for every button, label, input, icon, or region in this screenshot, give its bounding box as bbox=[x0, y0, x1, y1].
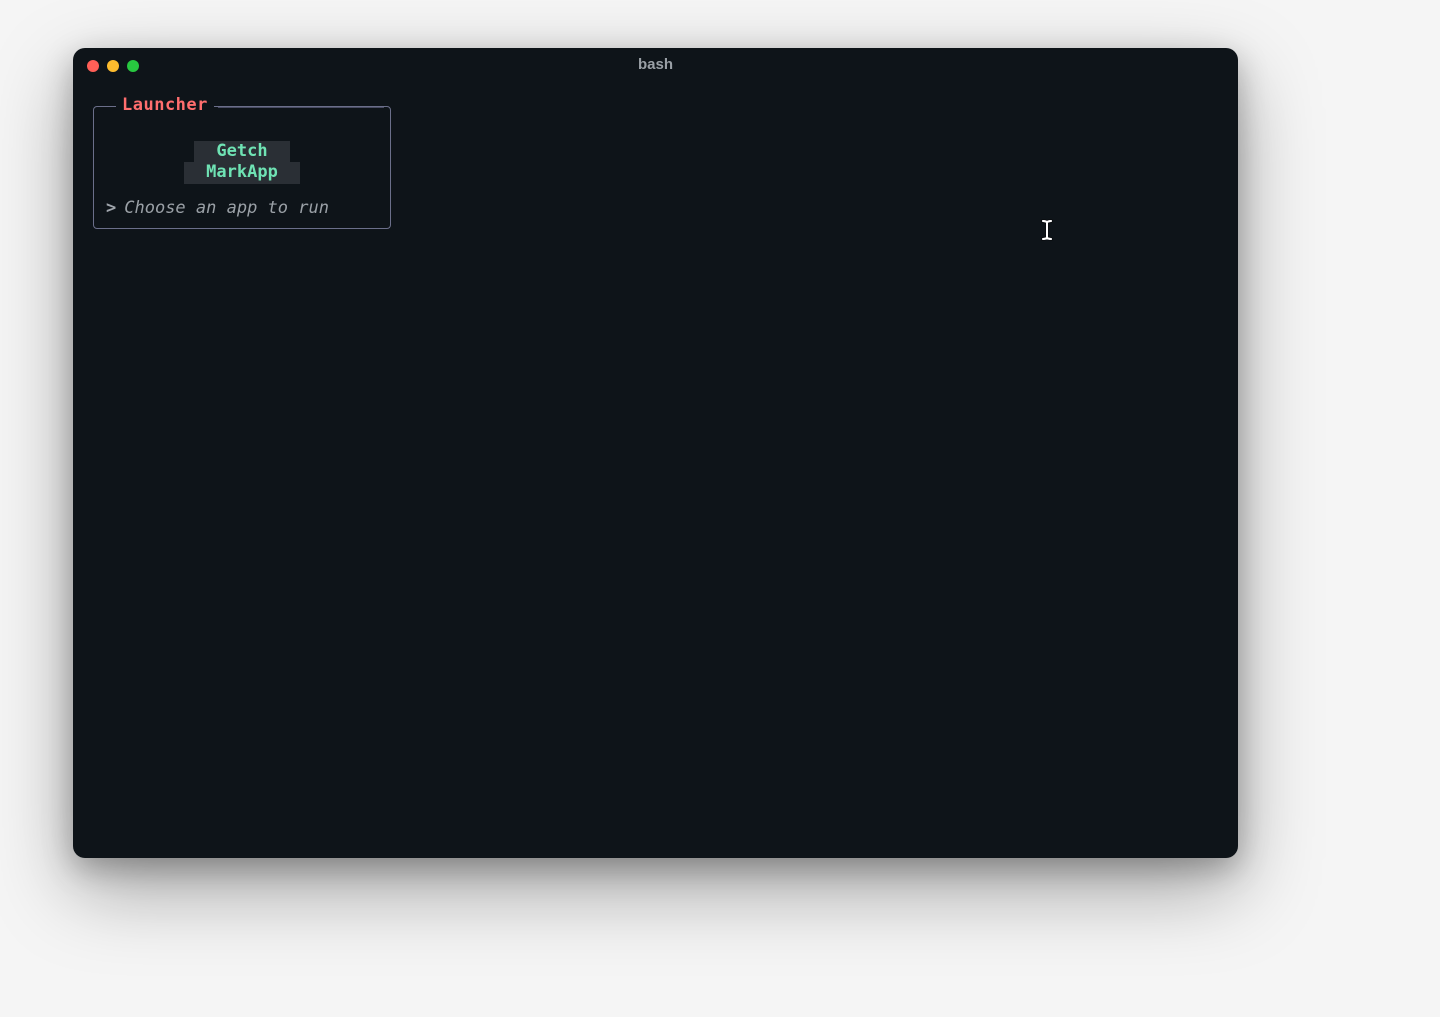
launcher-item-label: Getch bbox=[216, 141, 267, 161]
launcher-item-label: MarkApp bbox=[206, 162, 278, 182]
launcher-prompt[interactable]: > Choose an app to run bbox=[106, 198, 378, 218]
prompt-caret-icon: > bbox=[106, 198, 116, 218]
terminal-window: bash Launcher Getch MarkApp > Choose an … bbox=[73, 48, 1238, 858]
launcher-title-rule bbox=[218, 106, 384, 108]
window-title: bash bbox=[73, 56, 1238, 73]
prompt-hint: Choose an app to run bbox=[124, 198, 329, 218]
launcher-panel: Launcher Getch MarkApp > Choose an app t… bbox=[93, 106, 391, 229]
title-bar: bash bbox=[73, 48, 1238, 78]
launcher-item-markapp[interactable]: MarkApp bbox=[184, 162, 300, 183]
terminal-body[interactable]: Launcher Getch MarkApp > Choose an app t… bbox=[73, 78, 1238, 239]
launcher-title: Launcher bbox=[116, 95, 214, 115]
launcher-item-getch[interactable]: Getch bbox=[194, 141, 289, 162]
launcher-items: Getch MarkApp bbox=[106, 141, 378, 184]
